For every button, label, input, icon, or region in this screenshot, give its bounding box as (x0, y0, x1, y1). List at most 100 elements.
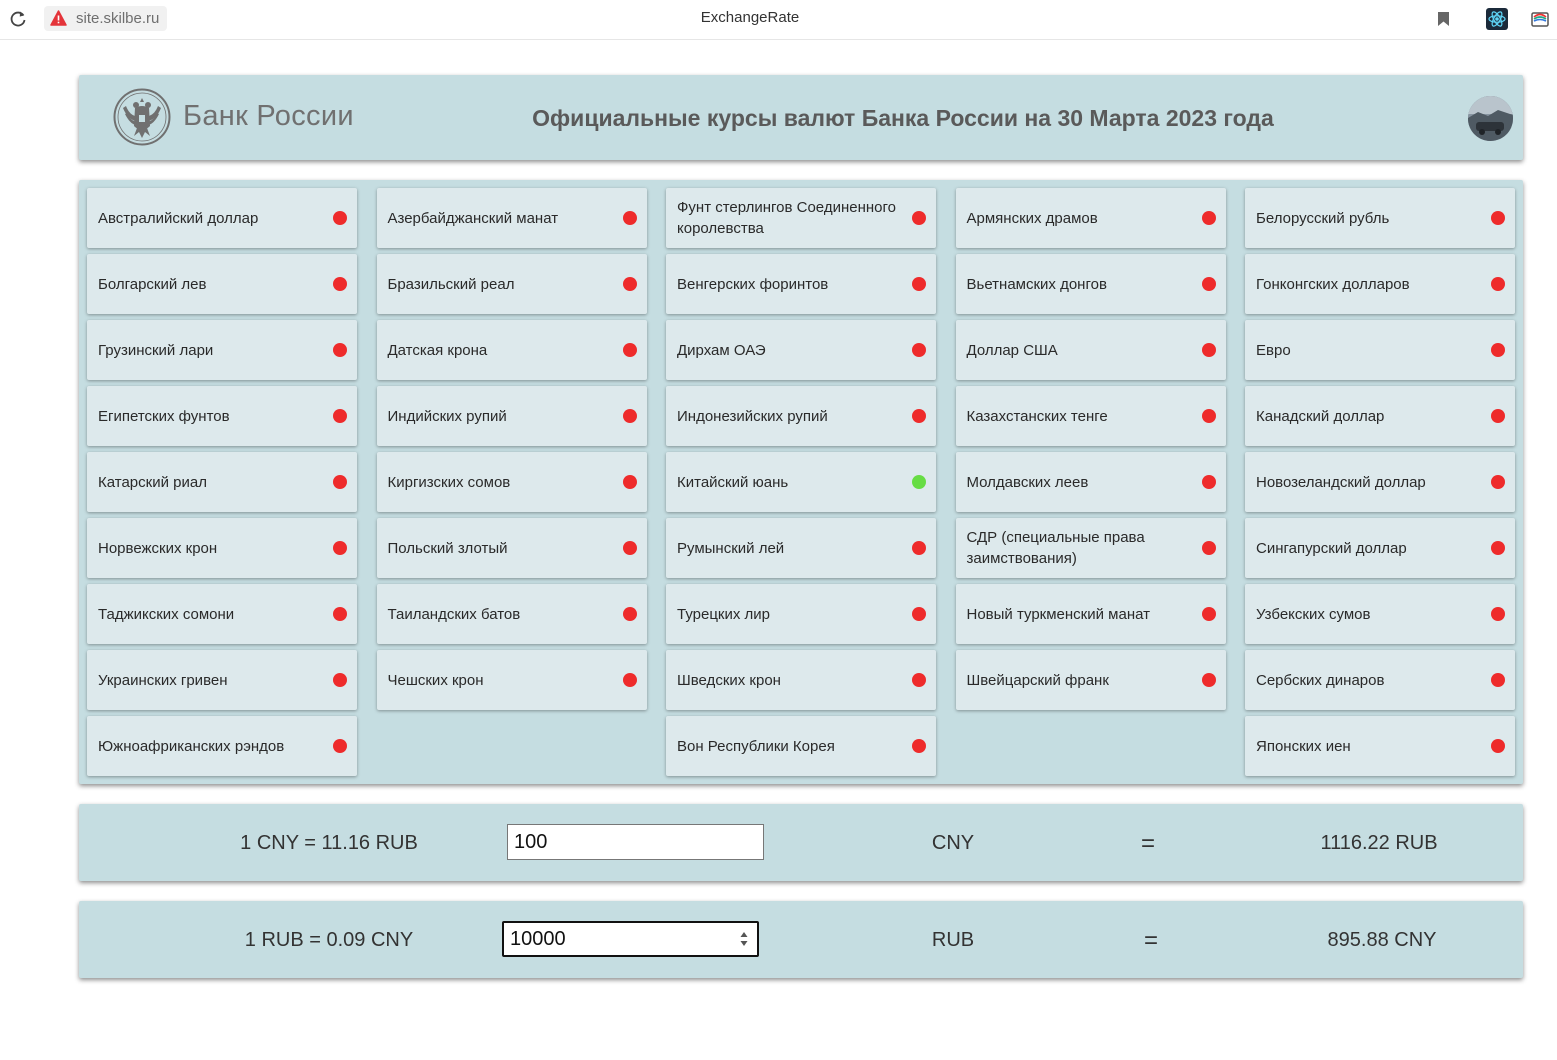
address-bar[interactable]: site.skilbe.ru (44, 6, 168, 31)
currency-card[interactable]: Норвежских крон (87, 518, 357, 578)
currency-card[interactable]: Сингапурский доллар (1245, 518, 1515, 578)
amount-input-cny[interactable] (507, 824, 764, 860)
status-dot-icon (1491, 673, 1505, 687)
atom-icon (1488, 11, 1506, 27)
currency-card[interactable]: СДР (специальные права заимствования) (955, 518, 1226, 578)
currency-card[interactable]: Южноафриканских рэндов (87, 716, 357, 776)
status-dot-icon (1201, 607, 1216, 621)
currency-name: Бразильский реал (387, 275, 515, 293)
currency-card[interactable]: Чешских крон (376, 650, 647, 710)
status-dot-icon (912, 277, 926, 291)
currency-card[interactable]: Датская крона (376, 320, 647, 380)
currency-card[interactable]: Украинских гривен (87, 650, 357, 710)
currency-card[interactable]: Болгарский лев (87, 254, 357, 314)
status-dot-icon (1201, 475, 1216, 489)
status-dot-icon (1491, 409, 1505, 423)
currency-card[interactable]: Молдавских леев (955, 452, 1226, 512)
currency-name: Белорусский рубль (1256, 209, 1390, 227)
converter-cny-to-rub: 1 CNY = 11.16 RUB CNY = 1116.22 RUB (79, 804, 1523, 881)
currency-card[interactable]: Вьетнамских донгов (955, 254, 1226, 314)
amount-input-rub[interactable] (502, 921, 759, 957)
status-dot-icon (622, 343, 637, 357)
conversion-result: 895.88 CNY (1327, 929, 1437, 951)
status-dot-icon (1201, 277, 1216, 291)
currency-card[interactable]: Вон Республики Корея (666, 716, 936, 776)
currency-card[interactable]: Фунт стерлингов Соединенного королевства (666, 188, 936, 248)
status-dot-icon (333, 607, 347, 621)
currency-card[interactable]: Белорусский рубль (1245, 188, 1515, 248)
currency-card[interactable]: Швейцарский франк (955, 650, 1226, 710)
status-dot-icon (333, 475, 347, 489)
currency-card[interactable]: Казахстанских тенге (955, 386, 1226, 446)
currency-card[interactable]: Индонезийских рупий (666, 386, 936, 446)
currency-name: СДР (специальные права заимствования) (966, 529, 1145, 567)
status-dot-icon (333, 409, 347, 423)
currency-name: Канадский доллар (1256, 407, 1385, 425)
currency-card[interactable]: Новозеландский доллар (1245, 452, 1515, 512)
status-dot-icon (1201, 409, 1216, 423)
status-dot-icon (622, 409, 637, 423)
currency-card[interactable]: Австралийский доллар (87, 188, 357, 248)
currency-card[interactable]: Китайский юань (666, 452, 936, 512)
currency-card[interactable]: Гонконгских долларов (1245, 254, 1515, 314)
status-dot-icon (622, 607, 637, 621)
currency-card[interactable]: Турецких лир (666, 584, 936, 644)
currency-card[interactable]: Катарский риал (87, 452, 357, 512)
currency-card[interactable]: Грузинский лари (87, 320, 357, 380)
currency-card[interactable]: Шведских крон (666, 650, 936, 710)
screenshot-extension-icon[interactable] (1530, 9, 1550, 29)
currency-card[interactable]: Узбекских сумов (1245, 584, 1515, 644)
selected-status-dot-icon (912, 475, 926, 489)
currency-name: Азербайджанский манат (387, 209, 559, 227)
currency-name: Катарский риал (98, 473, 207, 491)
status-dot-icon (622, 673, 637, 687)
currency-card[interactable]: Евро (1245, 320, 1515, 380)
status-dot-icon (912, 343, 926, 357)
equals-sign: = (1140, 830, 1155, 857)
currency-card[interactable]: Румынский лей (666, 518, 936, 578)
currency-name: Норвежских крон (98, 539, 218, 557)
currency-card[interactable]: Новый туркменский манат (955, 584, 1226, 644)
reload-icon[interactable] (8, 9, 28, 29)
currency-card[interactable]: Сербских динаров (1245, 650, 1515, 710)
status-dot-icon (622, 541, 637, 555)
status-dot-icon (912, 673, 926, 687)
currency-card[interactable]: Армянских драмов (955, 188, 1226, 248)
number-spinner-icon[interactable] (739, 929, 749, 949)
currency-name: Фунт стерлингов Соединенного королевства (677, 199, 896, 237)
currency-card[interactable]: Японских иен (1245, 716, 1515, 776)
user-avatar[interactable] (1468, 96, 1513, 141)
bookmark-icon[interactable] (1437, 11, 1450, 27)
currency-card[interactable]: Таиландских батов (376, 584, 647, 644)
exchange-rate-text: 1 CNY = 11.16 RUB (240, 832, 418, 854)
react-devtools-extension-icon[interactable] (1486, 8, 1508, 30)
currency-card[interactable]: Киргизских сомов (376, 452, 647, 512)
currency-name: Молдавских леев (966, 473, 1089, 491)
currency-card[interactable]: Азербайджанский манат (376, 188, 647, 248)
currency-card[interactable]: Канадский доллар (1245, 386, 1515, 446)
currency-card[interactable]: Польский злотый (376, 518, 647, 578)
status-dot-icon (1201, 343, 1216, 357)
currency-card[interactable]: Таджикских сомони (87, 584, 357, 644)
currency-card[interactable]: Доллар США (955, 320, 1226, 380)
currency-card[interactable]: Бразильский реал (376, 254, 647, 314)
currency-card[interactable]: Индийских рупий (376, 386, 647, 446)
currency-name: Южноафриканских рэндов (98, 737, 285, 755)
currency-card[interactable]: Египетских фунтов (87, 386, 357, 446)
address-url: site.skilbe.ru (76, 10, 160, 27)
page-tab-title: ExchangeRate (700, 9, 800, 26)
status-dot-icon (333, 673, 347, 687)
currency-name: Датская крона (387, 341, 488, 359)
equals-sign: = (1143, 927, 1158, 954)
currency-card[interactable]: Дирхам ОАЭ (666, 320, 936, 380)
currency-card[interactable]: Венгерских форинтов (666, 254, 936, 314)
currency-name: Таиландских батов (387, 605, 521, 623)
not-secure-warning-icon[interactable] (50, 10, 67, 27)
bank-logo-text: Банк России (183, 100, 354, 132)
currency-name: Австралийский доллар (98, 209, 259, 227)
status-dot-icon (912, 541, 926, 555)
currency-name: Сербских динаров (1256, 671, 1385, 689)
status-dot-icon (1491, 541, 1505, 555)
currency-name: Сингапурский доллар (1256, 539, 1407, 557)
currency-name: Доллар США (966, 341, 1058, 359)
